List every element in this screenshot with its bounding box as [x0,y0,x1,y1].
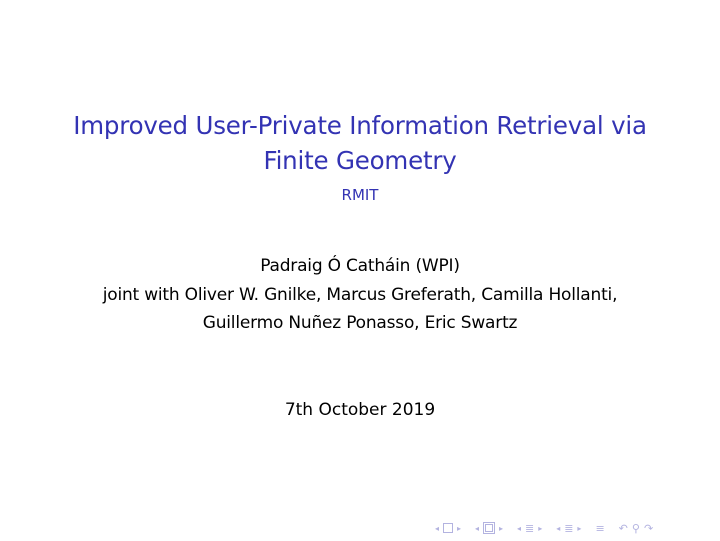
search-nav: ↶ ⚲ ↷ [617,522,656,535]
frame-nav: ◂ ▸ [433,523,463,533]
subsection-prev-icon[interactable]: ◂ [473,524,481,533]
part-next-icon[interactable]: ▸ [575,524,583,533]
author-line-1: Padraig Ó Catháin (WPI) [260,256,460,276]
institute: RMIT [341,186,379,204]
author-line-2: joint with Oliver W. Gnilke, Marcus Gref… [102,285,618,305]
forward-icon[interactable]: ↷ [644,522,653,535]
section-icon[interactable]: ≣ [525,522,534,535]
title-line-1: Improved User-Private Information Retrie… [73,111,647,140]
subsection-next-icon[interactable]: ▸ [497,524,505,533]
frame-next-icon[interactable]: ▸ [455,524,463,533]
align-nav: ≡ [593,522,606,535]
part-icon[interactable]: ≣ [564,522,573,535]
section-next-icon[interactable]: ▸ [536,524,544,533]
frame-prev-icon[interactable]: ◂ [433,524,441,533]
part-nav: ◂ ≣ ▸ [554,522,583,535]
section-prev-icon[interactable]: ◂ [515,524,523,533]
search-icon[interactable]: ⚲ [632,522,640,535]
author-line-3: Guillermo Nuñez Ponasso, Eric Swartz [202,313,518,333]
section-nav: ◂ ≣ ▸ [515,522,544,535]
beamer-navigation-bar: ◂ ▸ ◂ ▸ ◂ ≣ ▸ ◂ ≣ ▸ ≡ ↶ ⚲ ↷ [433,520,665,536]
back-icon[interactable]: ↶ [619,522,628,535]
date: 7th October 2019 [284,400,436,420]
part-prev-icon[interactable]: ◂ [554,524,562,533]
subsection-icon[interactable] [483,522,495,534]
align-icon[interactable]: ≡ [595,522,604,535]
subsection-nav: ◂ ▸ [473,522,505,534]
frame-icon[interactable] [443,523,453,533]
title-line-2: Finite Geometry [263,146,457,175]
